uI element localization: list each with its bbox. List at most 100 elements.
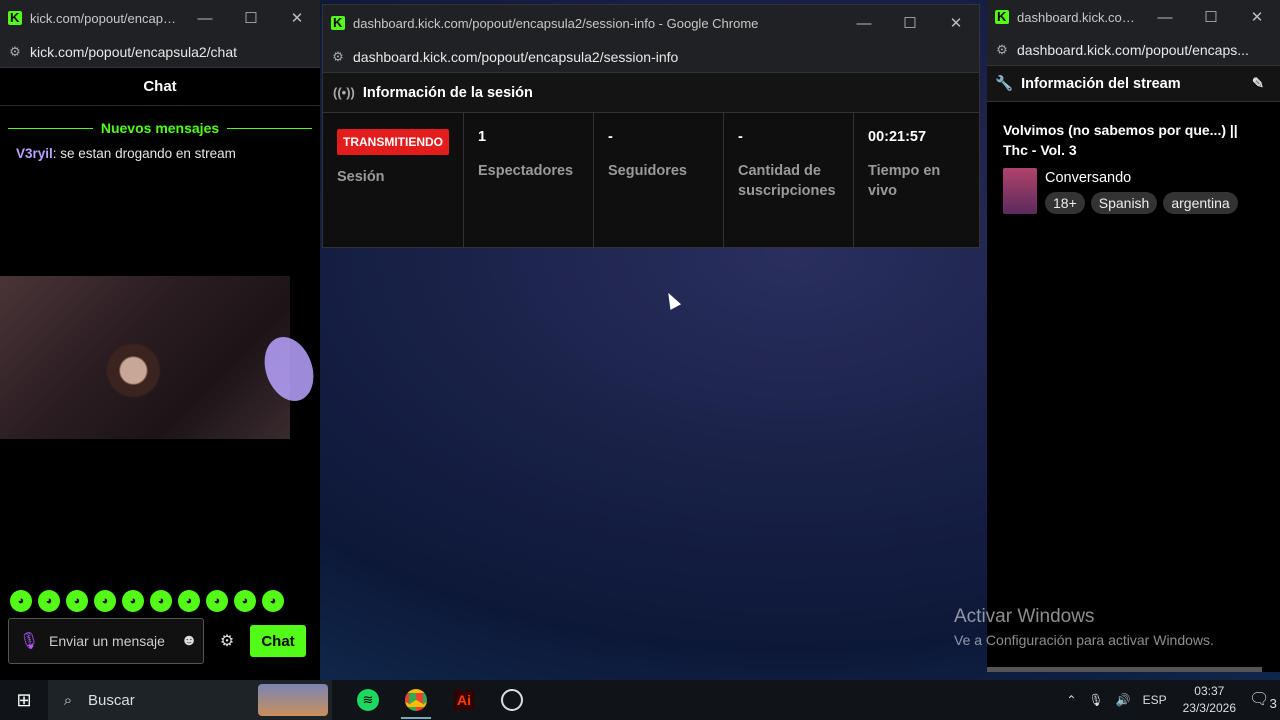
- chat-settings-icon[interactable]: ⚙: [204, 631, 250, 651]
- emoji-icon[interactable]: ☻: [175, 632, 203, 650]
- watermark-subtitle: Ve a Configuración para activar Windows.: [954, 632, 1214, 648]
- session-window: dashboard.kick.com/popout/encapsula2/ses…: [322, 4, 980, 248]
- session-titlebar[interactable]: dashboard.kick.com/popout/encapsula2/ses…: [323, 5, 979, 41]
- illustrator-icon[interactable]: Ai: [440, 680, 488, 720]
- wrench-icon: 🔧: [995, 76, 1014, 92]
- volume-icon[interactable]: 🔊: [1116, 693, 1131, 707]
- stream-url[interactable]: dashboard.kick.com/popout/encaps...: [1017, 42, 1249, 58]
- site-info-icon[interactable]: ⚙: [0, 44, 30, 60]
- horizontal-scrollbar[interactable]: [987, 667, 1262, 672]
- spotify-icon[interactable]: ≋: [344, 680, 392, 720]
- status-cell: TRANSMITIENDO Sesión: [323, 113, 464, 247]
- stream-window-title: dashboard.kick.com/p...: [1017, 9, 1142, 25]
- windows-start-icon[interactable]: ⊞: [0, 690, 48, 711]
- viewers-value: 1: [478, 129, 487, 145]
- chrome-icon[interactable]: [392, 680, 440, 720]
- uptime-value: 00:21:57: [868, 129, 927, 145]
- chat-username[interactable]: V3ryil: [16, 146, 53, 161]
- session-header: ((•)) Información de la sesión: [323, 73, 979, 113]
- chat-url[interactable]: kick.com/popout/encapsula2/chat: [30, 44, 237, 60]
- stream-header-title: Información del stream: [1021, 75, 1181, 92]
- subs-cell: - Cantidad de suscripciones: [724, 113, 854, 247]
- mouse-cursor: [662, 290, 682, 310]
- activation-watermark: Activar Windows Ve a Configuración para …: [954, 606, 1214, 648]
- emote-icon[interactable]: ◕: [234, 590, 256, 612]
- kick-icon: [995, 9, 1009, 24]
- emote-icon[interactable]: ◕: [10, 590, 32, 612]
- notification-count: 3: [1269, 696, 1277, 712]
- kick-icon: [8, 10, 22, 25]
- search-icon: ⌕: [63, 691, 73, 709]
- session-stats: TRANSMITIENDO Sesión 1 Espectadores - Se…: [323, 113, 979, 247]
- minimize-button[interactable]: —: [841, 15, 887, 32]
- taskbar-search[interactable]: ⌕ Buscar: [48, 680, 332, 720]
- stream-titlebar[interactable]: dashboard.kick.com/p... — ☐ ✕: [987, 0, 1280, 34]
- emote-icon[interactable]: ◕: [94, 590, 116, 612]
- minimize-button[interactable]: —: [182, 10, 228, 27]
- chat-header: Chat: [0, 68, 320, 106]
- tag-list: 18+ Spanish argentina: [1045, 192, 1238, 214]
- close-button[interactable]: ✕: [1234, 8, 1280, 26]
- stream-urlbar[interactable]: ⚙ dashboard.kick.com/popout/encaps...: [987, 34, 1280, 66]
- followers-label: Seguidores: [608, 163, 687, 179]
- minimize-button[interactable]: —: [1142, 9, 1188, 26]
- watermark-title: Activar Windows: [954, 606, 1095, 627]
- search-label[interactable]: Buscar: [88, 692, 135, 709]
- language-indicator[interactable]: ESP: [1143, 693, 1167, 707]
- tag: 18+: [1045, 192, 1085, 214]
- notification-icon[interactable]: 🗨3: [1246, 689, 1280, 711]
- emote-icon[interactable]: ◕: [122, 590, 144, 612]
- maximize-button[interactable]: ☐: [887, 14, 933, 32]
- category-thumbnail: [1003, 168, 1037, 214]
- maximize-button[interactable]: ☐: [1188, 8, 1234, 26]
- status-label: Sesión: [337, 169, 385, 185]
- emote-icon[interactable]: ◕: [66, 590, 88, 612]
- obs-icon[interactable]: [488, 680, 536, 720]
- emote-icon[interactable]: ◕: [262, 590, 284, 612]
- clock-date: 23/3/2026: [1182, 701, 1236, 715]
- stream-window: dashboard.kick.com/p... — ☐ ✕ ⚙ dashboar…: [987, 0, 1280, 672]
- new-messages-divider: Nuevos mensajes: [8, 120, 313, 136]
- uptime-label: Tiempo en vivo: [868, 163, 941, 199]
- uptime-cell: 00:21:57 Tiempo en vivo: [854, 113, 979, 247]
- site-info-icon[interactable]: ⚙: [323, 49, 353, 65]
- search-highlight-image: [258, 684, 328, 716]
- chat-titlebar[interactable]: kick.com/popout/encapsula... — ☐ ✕: [0, 0, 320, 36]
- emote-icon[interactable]: ◕: [38, 590, 60, 612]
- session-urlbar[interactable]: ⚙ dashboard.kick.com/popout/encapsula2/s…: [323, 41, 979, 73]
- emote-icon[interactable]: ◕: [206, 590, 228, 612]
- session-url[interactable]: dashboard.kick.com/popout/encapsula2/ses…: [353, 49, 678, 65]
- close-button[interactable]: ✕: [274, 9, 320, 27]
- taskbar: ⊞ ⌕ Buscar ≋ Ai ⌃ 🎙 🔊 ESP 03:37 23/3/202…: [0, 680, 1280, 720]
- maximize-button[interactable]: ☐: [228, 9, 274, 27]
- stream-category: Conversando 18+ Spanish argentina: [987, 160, 1280, 214]
- microphone-tray-icon[interactable]: 🎙: [1088, 693, 1103, 707]
- clock-time: 03:37: [1194, 684, 1225, 698]
- broadcast-icon: ((•)): [333, 85, 355, 100]
- chat-message: V3ryil: se estan drogando en stream: [0, 142, 320, 165]
- subs-value: -: [738, 129, 743, 145]
- chat-message-text: : se estan drogando en stream: [52, 146, 236, 161]
- edit-icon[interactable]: ✎: [1252, 76, 1264, 92]
- stream-header: 🔧 Información del stream ✎: [987, 66, 1280, 102]
- viewers-label: Espectadores: [478, 163, 574, 179]
- emote-icon[interactable]: ◕: [150, 590, 172, 612]
- chevron-up-icon[interactable]: ⌃: [1066, 693, 1076, 707]
- webcam-overlay: [0, 276, 290, 439]
- tag: Spanish: [1090, 192, 1158, 214]
- category-name: Conversando: [1045, 170, 1132, 186]
- site-info-icon[interactable]: ⚙: [987, 42, 1017, 58]
- chat-input[interactable]: 🎙 Enviar un mensaje ☻: [8, 618, 204, 664]
- chat-input-placeholder[interactable]: Enviar un mensaje: [49, 633, 175, 649]
- new-messages-label: Nuevos mensajes: [100, 120, 220, 136]
- chat-urlbar[interactable]: ⚙ kick.com/popout/encapsula2/chat: [0, 36, 320, 68]
- session-header-title: Información de la sesión: [362, 84, 533, 101]
- send-chat-button[interactable]: Chat: [250, 625, 306, 657]
- close-button[interactable]: ✕: [933, 14, 979, 32]
- session-window-title: dashboard.kick.com/popout/encapsula2/ses…: [353, 15, 759, 31]
- microphone-icon[interactable]: 🎙: [9, 631, 49, 651]
- clock[interactable]: 03:37 23/3/2026: [1183, 683, 1236, 717]
- tag: argentina: [1163, 192, 1238, 214]
- emote-icon[interactable]: ◕: [178, 590, 200, 612]
- chat-window-title: kick.com/popout/encapsula...: [30, 10, 182, 26]
